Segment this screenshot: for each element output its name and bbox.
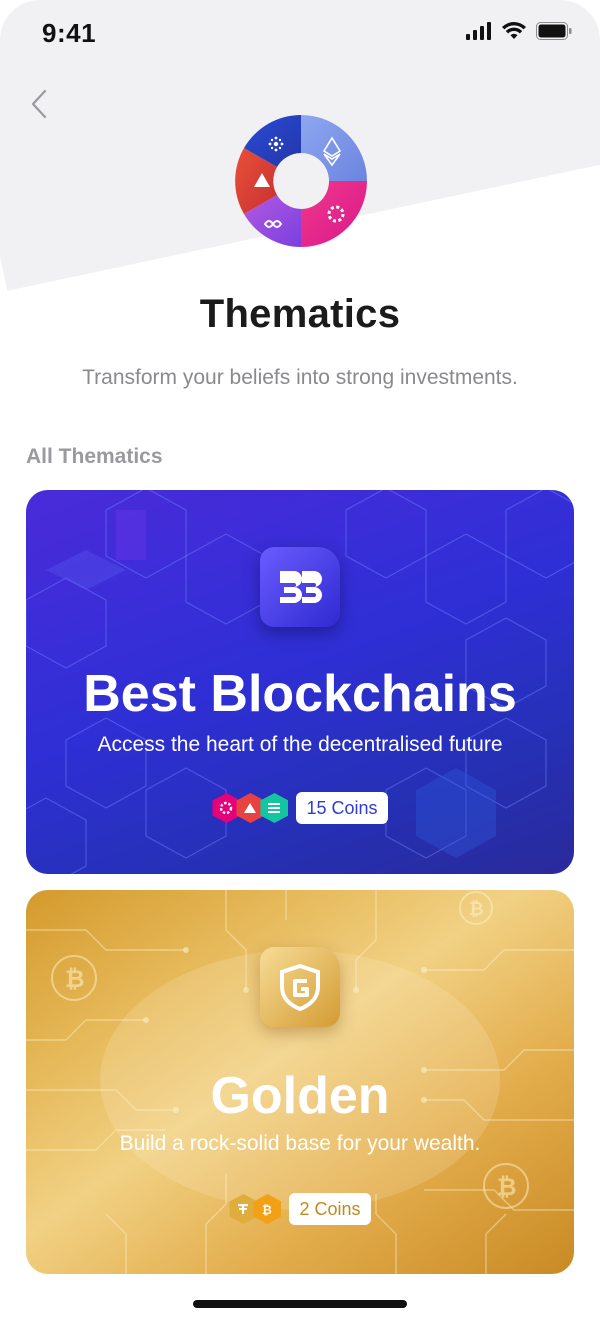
home-indicator	[193, 1300, 407, 1308]
wifi-icon	[502, 22, 526, 39]
svg-text:₿: ₿	[262, 1203, 272, 1216]
thematic-card-golden[interactable]: ₿ ₿ ₿ Golden Build a rock-solid base for…	[26, 890, 574, 1274]
back-button[interactable]	[22, 84, 56, 124]
best-blockchains-icon	[260, 547, 340, 627]
tether-gold-coin-icon	[229, 1194, 258, 1224]
avalanche-coin-icon	[236, 793, 265, 823]
coin-stack: ₿	[229, 1194, 282, 1224]
screen: 9:41 Thematics Transform your beliefs in…	[0, 0, 600, 1322]
card-title: Golden	[210, 1067, 390, 1125]
bitcoin-coin-icon: ₿	[253, 1194, 282, 1224]
coin-stack	[212, 793, 289, 823]
battery-icon	[536, 22, 572, 40]
polkadot-coin-icon	[212, 793, 241, 823]
status-icons	[466, 22, 572, 40]
section-label: All Thematics	[26, 445, 163, 468]
status-time: 9:41	[42, 18, 97, 48]
page-title: Thematics	[199, 292, 401, 336]
card-footer: ₿ 2 Coins	[26, 1193, 574, 1225]
svg-text:₿: ₿	[65, 965, 85, 993]
signal-icon	[466, 22, 491, 40]
card-description: Access the heart of the decentralised fu…	[97, 733, 503, 756]
golden-shield-icon	[260, 947, 340, 1027]
thematics-ring-logo	[235, 115, 367, 247]
status-bar: 9:41	[0, 0, 600, 66]
card-title: Best Blockchains	[83, 665, 517, 723]
solana-coin-icon	[260, 793, 289, 823]
coin-count-badge: 2 Coins	[289, 1193, 371, 1225]
page-subtitle: Transform your beliefs into strong inves…	[82, 366, 518, 389]
chevron-left-icon	[31, 89, 47, 119]
svg-text:₿: ₿	[469, 899, 484, 920]
thematic-card-best-blockchains[interactable]: Best Blockchains Access the heart of the…	[26, 490, 574, 874]
card-footer: 15 Coins	[26, 792, 574, 824]
coin-count-badge: 15 Coins	[296, 792, 388, 824]
card-description: Build a rock-solid base for your wealth.	[119, 1132, 481, 1155]
